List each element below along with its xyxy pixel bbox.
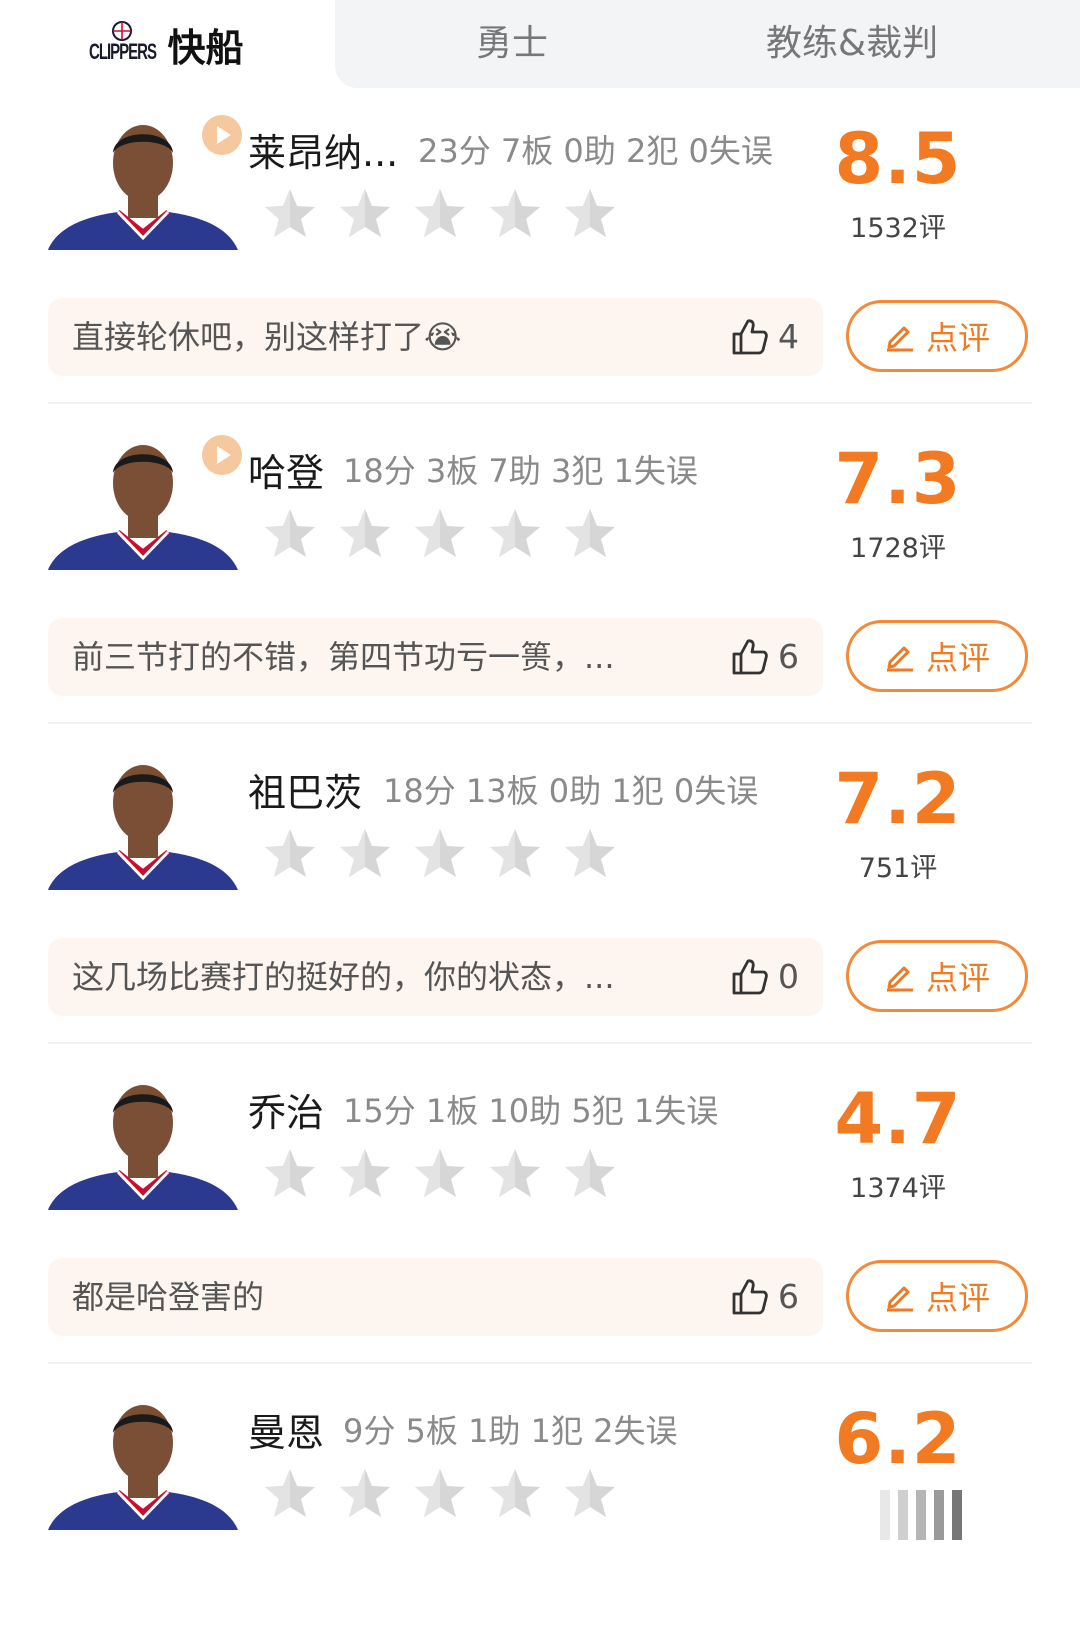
star-icon[interactable] bbox=[562, 1146, 618, 1202]
star-icon[interactable] bbox=[562, 506, 618, 562]
player-name: 曼恩 bbox=[248, 1411, 325, 1455]
review-button-label: 点评 bbox=[925, 959, 990, 997]
rating-stars[interactable] bbox=[262, 506, 618, 562]
player-name: 乔治 bbox=[248, 1091, 325, 1135]
divider bbox=[48, 722, 1032, 724]
comment-text: 都是哈登害的 bbox=[72, 1278, 265, 1316]
divider bbox=[48, 1042, 1032, 1044]
review-button-label: 点评 bbox=[925, 639, 990, 677]
star-icon[interactable] bbox=[562, 826, 618, 882]
star-icon[interactable] bbox=[487, 826, 543, 882]
star-icon[interactable] bbox=[337, 1146, 393, 1202]
star-icon[interactable] bbox=[337, 506, 393, 562]
thumbs-up-icon[interactable] bbox=[730, 1277, 770, 1317]
review-count: 751评 bbox=[858, 853, 938, 884]
top-comment[interactable]: 这几场比赛打的挺好的，你的状态，... 0 bbox=[48, 938, 823, 1016]
avatar bbox=[48, 1068, 238, 1210]
avatar bbox=[48, 1388, 238, 1530]
watermark-bars bbox=[880, 1490, 962, 1540]
star-icon[interactable] bbox=[262, 1466, 318, 1522]
player-score: 8.5 bbox=[834, 118, 962, 200]
team-tabs: CLIPPERS 快船 勇士 教练&裁判 bbox=[0, 0, 1080, 88]
tab-coach-referee[interactable]: 教练&裁判 bbox=[766, 0, 938, 88]
avatar bbox=[48, 748, 238, 890]
star-icon[interactable] bbox=[487, 1146, 543, 1202]
play-icon[interactable] bbox=[201, 114, 243, 156]
star-icon[interactable] bbox=[412, 1146, 468, 1202]
star-icon[interactable] bbox=[412, 1466, 468, 1522]
review-button-label: 点评 bbox=[925, 319, 990, 357]
rating-stars[interactable] bbox=[262, 826, 618, 882]
comment-text: 这几场比赛打的挺好的，你的状态，... bbox=[72, 958, 615, 996]
review-button[interactable]: 点评 bbox=[846, 940, 1028, 1012]
star-icon[interactable] bbox=[262, 826, 318, 882]
top-comment[interactable]: 都是哈登害的 6 bbox=[48, 1258, 823, 1336]
star-icon[interactable] bbox=[412, 506, 468, 562]
player-stats: 18分 13板 0助 1犯 0失误 bbox=[383, 772, 759, 810]
tab-clippers[interactable]: CLIPPERS 快船 bbox=[0, 0, 335, 88]
star-icon[interactable] bbox=[412, 186, 468, 242]
comment-text: 直接轮休吧，别这样打了😭 bbox=[72, 318, 462, 356]
like-count: 4 bbox=[778, 317, 799, 356]
player-score: 7.2 bbox=[834, 758, 962, 840]
edit-pencil-icon bbox=[884, 640, 916, 672]
star-icon[interactable] bbox=[262, 506, 318, 562]
player-name: 祖巴茨 bbox=[248, 771, 363, 815]
tab-clippers-label: 快船 bbox=[167, 25, 244, 70]
review-count: 1728评 bbox=[850, 533, 946, 564]
player-score: 4.7 bbox=[834, 1078, 962, 1160]
review-button[interactable]: 点评 bbox=[846, 300, 1028, 372]
like-count: 6 bbox=[778, 637, 799, 676]
tab-warriors[interactable]: 勇士 bbox=[476, 0, 548, 88]
player-score: 7.3 bbox=[834, 438, 962, 520]
review-button-label: 点评 bbox=[925, 1279, 990, 1317]
review-button[interactable]: 点评 bbox=[846, 1260, 1028, 1332]
divider bbox=[48, 1362, 1032, 1364]
star-icon[interactable] bbox=[412, 826, 468, 882]
player-score: 6.2 bbox=[834, 1398, 962, 1480]
tab-bar-inactive bbox=[335, 0, 1080, 88]
star-icon[interactable] bbox=[337, 186, 393, 242]
thumbs-up-icon[interactable] bbox=[730, 637, 770, 677]
divider bbox=[48, 402, 1032, 404]
star-icon[interactable] bbox=[337, 1466, 393, 1522]
rating-stars[interactable] bbox=[262, 1146, 618, 1202]
player-stats: 23分 7板 0助 2犯 0失误 bbox=[418, 132, 773, 170]
review-button[interactable]: 点评 bbox=[846, 620, 1028, 692]
player-stats: 9分 5板 1助 1犯 2失误 bbox=[343, 1412, 678, 1450]
player-name: 莱昂纳... bbox=[248, 131, 399, 175]
rating-stars[interactable] bbox=[262, 186, 618, 242]
rating-stars[interactable] bbox=[262, 1466, 618, 1522]
play-icon[interactable] bbox=[201, 434, 243, 476]
star-icon[interactable] bbox=[562, 186, 618, 242]
clippers-logo: CLIPPERS bbox=[89, 21, 157, 67]
player-stats: 18分 3板 7助 3犯 1失误 bbox=[343, 452, 698, 490]
star-icon[interactable] bbox=[487, 186, 543, 242]
like-count: 0 bbox=[778, 957, 799, 996]
top-comment[interactable]: 前三节打的不错，第四节功亏一篑，... 6 bbox=[48, 618, 823, 696]
star-icon[interactable] bbox=[262, 1146, 318, 1202]
star-icon[interactable] bbox=[487, 1466, 543, 1522]
review-count: 1532评 bbox=[850, 213, 946, 244]
comment-text: 前三节打的不错，第四节功亏一篑，... bbox=[72, 638, 615, 676]
star-icon[interactable] bbox=[562, 1466, 618, 1522]
like-count: 6 bbox=[778, 1277, 799, 1316]
edit-pencil-icon bbox=[884, 1280, 916, 1312]
review-count: 1374评 bbox=[850, 1173, 946, 1204]
player-name: 哈登 bbox=[248, 451, 325, 495]
star-icon[interactable] bbox=[487, 506, 543, 562]
edit-pencil-icon bbox=[884, 320, 916, 352]
top-comment[interactable]: 直接轮休吧，别这样打了😭 4 bbox=[48, 298, 823, 376]
star-icon[interactable] bbox=[262, 186, 318, 242]
edit-pencil-icon bbox=[884, 960, 916, 992]
player-stats: 15分 1板 10助 5犯 1失误 bbox=[343, 1092, 719, 1130]
thumbs-up-icon[interactable] bbox=[730, 317, 770, 357]
star-icon[interactable] bbox=[337, 826, 393, 882]
thumbs-up-icon[interactable] bbox=[730, 957, 770, 997]
